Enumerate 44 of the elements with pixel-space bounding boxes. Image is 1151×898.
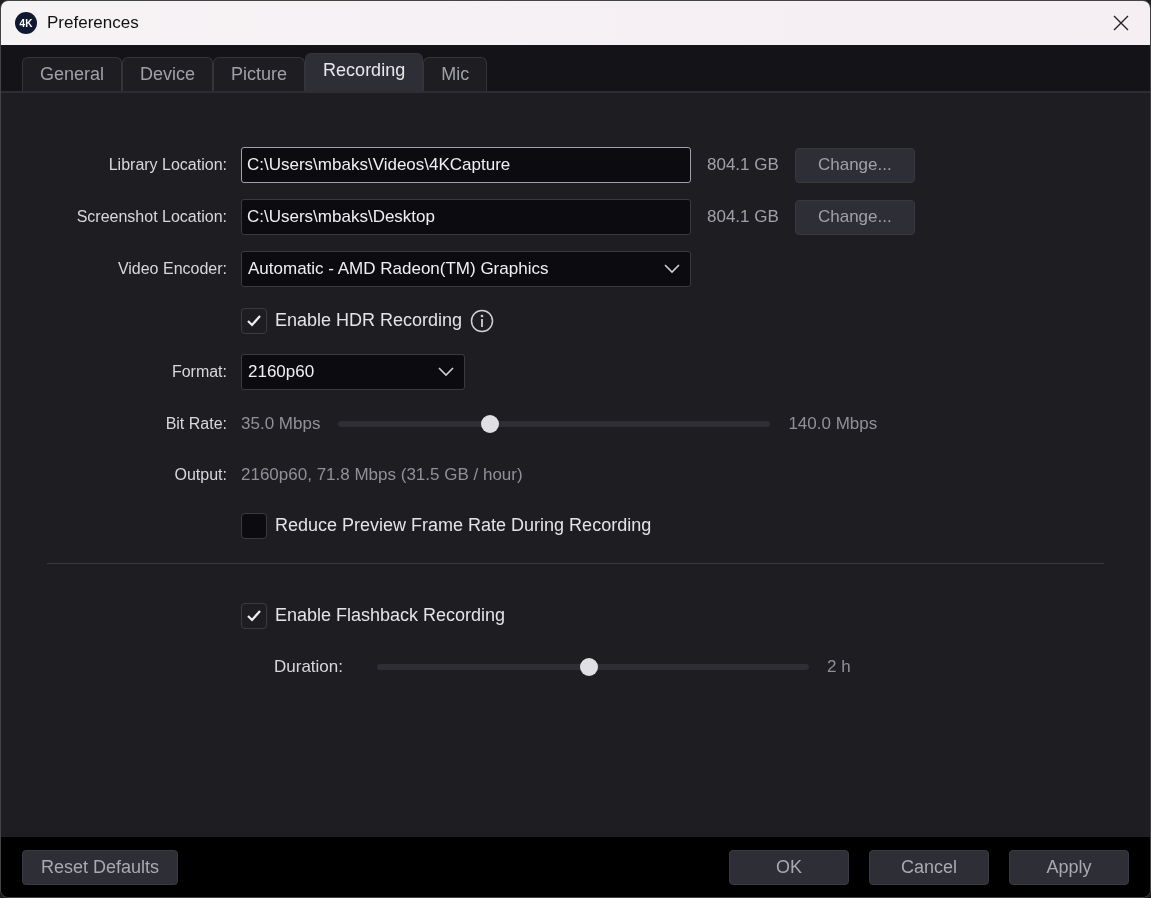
checkbox-label: Enable HDR Recording [275,310,463,331]
path-input-field[interactable]: C:\Users\mbaks\Videos\4KCapture [241,147,691,183]
field-label: Bit Rate: [164,414,227,433]
caret-icon [664,264,680,274]
tab[interactable]: Recording [305,53,424,91]
path-input-field[interactable]: C:\Users\mbaks\Desktop [241,199,691,235]
checkbox[interactable] [241,512,267,539]
free-space-text: 804.1 GB [707,155,779,175]
field-label: Video Encoder: [116,260,227,278]
field-label: Format: [170,363,227,381]
slider-thumb[interactable] [480,414,499,433]
tab[interactable]: General [22,57,123,91]
checkbox-label: Reduce Preview Frame Rate During Recording [275,515,652,536]
field-label: Screenshot Location: [75,208,227,226]
dialog-button[interactable]: OK [729,849,849,885]
info-icon[interactable] [470,308,495,333]
min-value-text: 35.0 Mbps [241,413,321,434]
tab[interactable]: Picture [213,57,306,91]
field-label: Library Location: [107,156,227,174]
checkbox[interactable] [241,307,267,334]
field-label: Duration: [274,656,344,677]
slider-reading-text: 2 h [827,656,851,677]
change-button[interactable]: Change... [794,147,915,183]
change-button[interactable]: Change... [794,199,915,235]
checkbox[interactable] [241,602,267,629]
close-icon [1113,15,1129,31]
output-summary-text: 2160p60, 71.8 Mbps (31.5 GB / hour) [241,464,523,485]
field-label: Output: [173,465,227,484]
tab[interactable]: Mic [423,57,488,91]
dropdown[interactable]: 2160p60 [241,354,465,390]
check-icon [246,313,262,328]
checkbox-label: Enable Flashback Recording [275,605,506,626]
app-logo: 4K [15,12,37,34]
dialog-button[interactable]: Apply [1009,849,1129,885]
max-value-text: 140.0 Mbps [788,413,878,434]
tab[interactable]: Device [122,57,214,91]
window-title: Preferences [47,13,140,33]
dropdown[interactable]: Automatic - AMD Radeon(TM) Graphics [241,251,691,287]
caret-icon [438,367,454,377]
dialog-button[interactable]: Cancel [869,849,989,885]
slider-thumb[interactable] [579,657,598,676]
free-space-text: 804.1 GB [707,207,779,227]
reset-defaults-button[interactable]: Reset Defaults [22,849,179,885]
check-icon [246,608,262,623]
